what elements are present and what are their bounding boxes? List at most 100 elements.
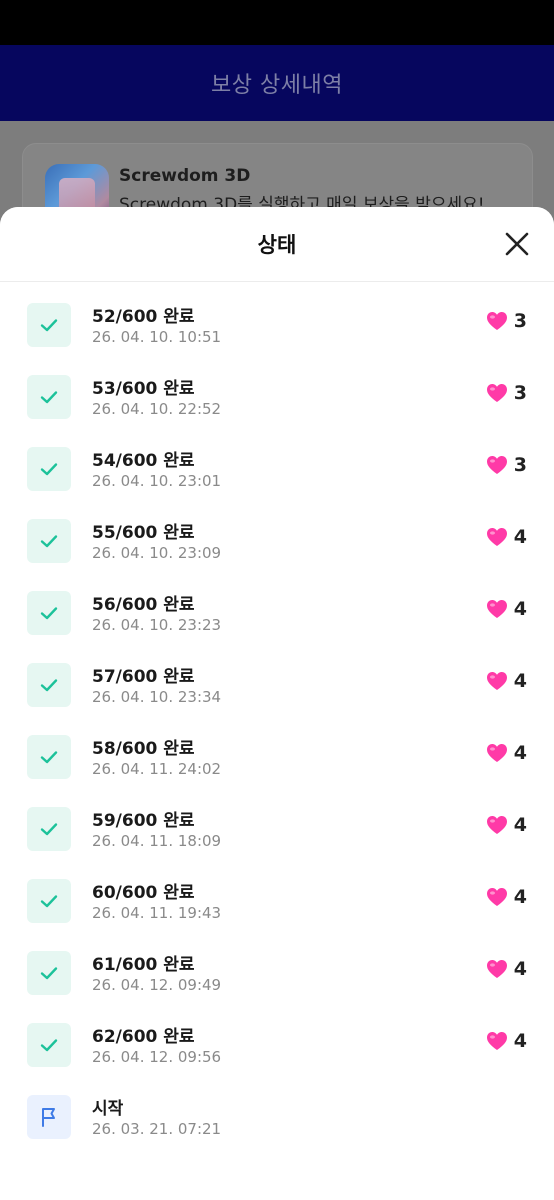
status-icon-box	[27, 807, 71, 851]
item-title: 53/600 완료	[92, 379, 195, 399]
check-icon	[40, 535, 58, 548]
reward-count: 4	[513, 814, 527, 836]
status-icon-box	[27, 303, 71, 347]
list-item: 58/600 완료 26. 04. 11. 24:02 4	[0, 728, 554, 800]
item-timestamp: 26. 04. 10. 22:52	[92, 400, 222, 418]
reward-count: 4	[513, 886, 527, 908]
list-item: 55/600 완료 26. 04. 10. 23:09 4	[0, 512, 554, 584]
history-list[interactable]: 51/600 완료26. 04. 09. 20:33352/600 완료26. …	[0, 282, 554, 1200]
item-title: 58/600 완료	[92, 739, 195, 759]
heart-icon	[486, 456, 507, 474]
item-title: 57/600 완료	[92, 667, 195, 687]
item-title: 시작	[92, 1099, 124, 1119]
heart-icon	[486, 1032, 507, 1050]
page-title: 보상 상세내역	[211, 73, 343, 98]
list-item: 53/600 완료 26. 04. 10. 22:52 3	[0, 368, 554, 440]
status-icon-box	[27, 951, 71, 995]
reward-count: 3	[513, 454, 527, 476]
reward: 3	[486, 382, 527, 404]
check-icon	[40, 751, 58, 764]
check-icon	[40, 967, 58, 980]
reward: 4	[486, 526, 527, 548]
status-icon-box	[27, 663, 71, 707]
check-icon	[40, 823, 58, 836]
item-title: 56/600 완료	[92, 595, 195, 615]
status-icon-box	[27, 735, 71, 779]
close-icon	[505, 232, 529, 256]
reward-count: 4	[513, 958, 527, 980]
reward-count: 4	[513, 742, 527, 764]
item-timestamp: 26. 03. 21. 07:21	[92, 1120, 222, 1138]
item-timestamp: 26. 04. 12. 09:56	[92, 1048, 222, 1066]
reward-count: 4	[513, 670, 527, 692]
heart-icon	[486, 312, 507, 330]
check-icon	[40, 1039, 58, 1052]
check-icon	[40, 463, 58, 476]
sheet-header: 상태	[0, 207, 554, 282]
item-timestamp: 26. 04. 11. 24:02	[92, 760, 222, 778]
reward: 3	[486, 310, 527, 332]
item-timestamp: 26. 04. 10. 10:51	[92, 328, 222, 346]
close-button[interactable]	[502, 229, 532, 259]
reward: 4	[486, 814, 527, 836]
list-item: 57/600 완료 26. 04. 10. 23:34 4	[0, 656, 554, 728]
heart-icon	[486, 672, 507, 690]
heart-icon	[486, 528, 507, 546]
check-icon	[40, 319, 58, 332]
list-item: 52/600 완료 26. 04. 10. 10:51 3	[0, 296, 554, 368]
status-icon-box	[27, 1095, 71, 1139]
list-item: 시작 26. 03. 21. 07:21	[0, 1088, 554, 1160]
list-item: 54/600 완료 26. 04. 10. 23:01 3	[0, 440, 554, 512]
list-item: 59/600 완료 26. 04. 11. 18:09 4	[0, 800, 554, 872]
reward-count: 4	[513, 526, 527, 548]
reward-count: 3	[513, 382, 527, 404]
check-icon	[40, 607, 58, 620]
status-icon-box	[27, 591, 71, 635]
item-timestamp: 26. 04. 11. 19:43	[92, 904, 222, 922]
item-title: 61/600 완료	[92, 955, 195, 975]
check-icon	[40, 895, 58, 908]
item-timestamp: 26. 04. 10. 23:01	[92, 472, 222, 490]
list-item: 56/600 완료 26. 04. 10. 23:23 4	[0, 584, 554, 656]
reward: 4	[486, 958, 527, 980]
item-timestamp: 26. 04. 10. 23:34	[92, 688, 222, 706]
item-timestamp: 26. 04. 12. 09:49	[92, 976, 222, 994]
item-title: 60/600 완료	[92, 883, 195, 903]
status-icon-box	[27, 519, 71, 563]
item-title: 62/600 완료	[92, 1027, 195, 1047]
item-title: 52/600 완료	[92, 307, 195, 327]
status-icon-box	[27, 447, 71, 491]
item-title: 59/600 완료	[92, 811, 195, 831]
heart-icon	[486, 744, 507, 762]
app-header: 보상 상세내역	[0, 45, 554, 121]
status-icon-box	[27, 879, 71, 923]
status-icon-box	[27, 1023, 71, 1067]
check-icon	[40, 391, 58, 404]
item-title: 55/600 완료	[92, 523, 195, 543]
check-icon	[40, 679, 58, 692]
list-item: 60/600 완료 26. 04. 11. 19:43 4	[0, 872, 554, 944]
reward-count: 4	[513, 1030, 527, 1052]
heart-icon	[486, 816, 507, 834]
app-name: Screwdom 3D	[119, 166, 251, 186]
sheet-title: 상태	[257, 233, 297, 257]
reward: 3	[486, 454, 527, 476]
status-bar	[0, 0, 554, 45]
item-title: 54/600 완료	[92, 451, 195, 471]
reward-count: 3	[513, 310, 527, 332]
reward: 4	[486, 598, 527, 620]
status-sheet: 상태 51/600 완료26. 04. 09. 20:33352/600 완료2…	[0, 207, 554, 1200]
flag-icon	[42, 1108, 55, 1127]
list-item: 62/600 완료 26. 04. 12. 09:56 4	[0, 1016, 554, 1088]
reward: 4	[486, 886, 527, 908]
reward: 4	[486, 742, 527, 764]
list-item: 61/600 완료 26. 04. 12. 09:49 4	[0, 944, 554, 1016]
item-timestamp: 26. 04. 10. 23:09	[92, 544, 222, 562]
heart-icon	[486, 960, 507, 978]
heart-icon	[486, 888, 507, 906]
heart-icon	[486, 384, 507, 402]
reward-count: 4	[513, 598, 527, 620]
status-icon-box	[27, 375, 71, 419]
heart-icon	[486, 600, 507, 618]
reward: 4	[486, 1030, 527, 1052]
